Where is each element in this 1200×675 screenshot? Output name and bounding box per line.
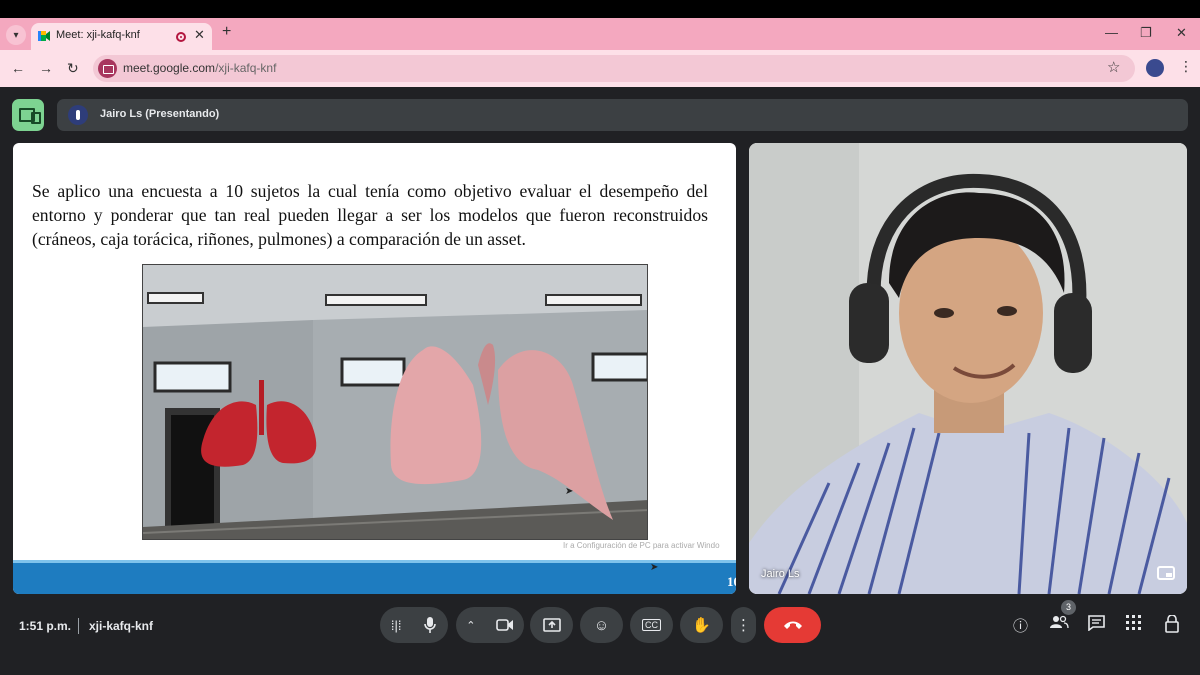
cursor-icon: ➤ — [565, 486, 574, 497]
emoji-button[interactable]: ☺ — [580, 607, 623, 643]
people-icon[interactable] — [1049, 615, 1069, 633]
slide-image-lungs — [142, 264, 648, 540]
cursor-icon: ➤ — [650, 562, 659, 573]
activities-icon[interactable] — [1126, 615, 1141, 634]
host-controls-icon[interactable] — [1164, 614, 1180, 637]
present-button[interactable] — [530, 607, 573, 643]
mic-control-group: ⁞|⁞ — [380, 607, 448, 643]
chevron-up-icon[interactable]: ⌃ — [466, 619, 475, 632]
profile-icon[interactable] — [1146, 59, 1164, 77]
participant-count-badge: 3 — [1061, 600, 1076, 615]
slide-text: Se aplico una encuesta a 10 sujetos la c… — [32, 181, 708, 249]
activation-watermark: Ir a Configuración de PC para activar Wi… — [563, 541, 720, 550]
divider — [78, 618, 79, 634]
participant-name: Jairo Ls — [761, 568, 800, 580]
visual-effects-icon[interactable]: ⁞|⁞ — [391, 618, 402, 633]
slide-page-number: 10 — [727, 574, 736, 589]
browser-toolbar: ← → ↻ meet.google.com/xji-kafq-knf ☆ ⋮ — [0, 50, 1200, 87]
info-icon[interactable]: ⓘ — [1013, 615, 1028, 636]
url-path: /xji-kafq-knf — [215, 61, 277, 75]
slide-footer-band: 10 — [13, 560, 736, 594]
emoji-icon: ☺ — [593, 616, 610, 634]
chat-icon[interactable] — [1088, 615, 1105, 635]
tab-title: Meet: xji-kafq-knf — [56, 29, 140, 41]
restore-icon[interactable]: ❐ — [1140, 25, 1152, 41]
minimize-icon[interactable]: — — [1105, 25, 1118, 40]
presenter-label: Jairo Ls (Presentando) — [100, 108, 220, 120]
window-close-icon[interactable]: ✕ — [1176, 25, 1187, 41]
shared-screen: Se aplico una encuesta a 10 sujetos la c… — [13, 143, 736, 594]
tab-search-icon[interactable]: ▾ — [6, 25, 26, 45]
present-icon — [542, 618, 561, 632]
layout-icon[interactable] — [12, 99, 44, 131]
meeting-time: 1:51 p.m. — [19, 619, 72, 633]
close-icon[interactable]: ✕ — [194, 27, 205, 43]
mic-icon[interactable] — [423, 616, 437, 634]
url-text: meet.google.com/xji-kafq-knf — [123, 61, 276, 75]
captions-icon: CC — [642, 619, 661, 631]
participant-video-tile[interactable]: Jairo Ls — [749, 143, 1187, 594]
camera-control-group: ⌃ — [456, 607, 524, 643]
site-info-icon[interactable] — [98, 59, 117, 78]
avatar — [68, 105, 88, 125]
participant-video — [749, 143, 1187, 594]
captions-button[interactable]: CC — [630, 607, 673, 643]
raise-hand-button[interactable]: ✋ — [680, 607, 723, 643]
more-options-button[interactable]: ⋮ — [731, 607, 756, 643]
url-host: meet.google.com — [123, 61, 216, 75]
more-options-icon: ⋮ — [736, 617, 751, 634]
address-bar[interactable]: meet.google.com/xji-kafq-knf ☆ — [93, 55, 1135, 82]
recording-icon — [176, 32, 186, 42]
end-call-button[interactable] — [764, 607, 821, 643]
browser-tab-bar: ▾ Meet: xji-kafq-knf ✕ + — ❐ ✕ — [0, 18, 1200, 50]
raise-hand-icon: ✋ — [692, 617, 711, 634]
browser-menu-icon[interactable]: ⋮ — [1179, 58, 1193, 75]
camera-icon[interactable] — [495, 618, 514, 632]
forward-icon[interactable]: → — [39, 60, 53, 76]
browser-tab[interactable]: Meet: xji-kafq-knf ✕ — [31, 23, 212, 50]
end-call-icon — [783, 621, 802, 629]
back-icon[interactable]: ← — [11, 60, 25, 76]
meeting-code: xji-kafq-knf — [89, 619, 154, 633]
reload-icon[interactable]: ↻ — [67, 60, 79, 77]
meet-favicon-icon — [38, 31, 50, 41]
presenter-bar: Jairo Ls (Presentando) — [57, 99, 1188, 131]
meet-stage: Jairo Ls (Presentando) Se aplico una enc… — [0, 87, 1200, 675]
pip-icon[interactable] — [1157, 566, 1175, 580]
new-tab-icon[interactable]: + — [222, 23, 231, 41]
bookmark-star-icon[interactable]: ☆ — [1107, 58, 1120, 76]
